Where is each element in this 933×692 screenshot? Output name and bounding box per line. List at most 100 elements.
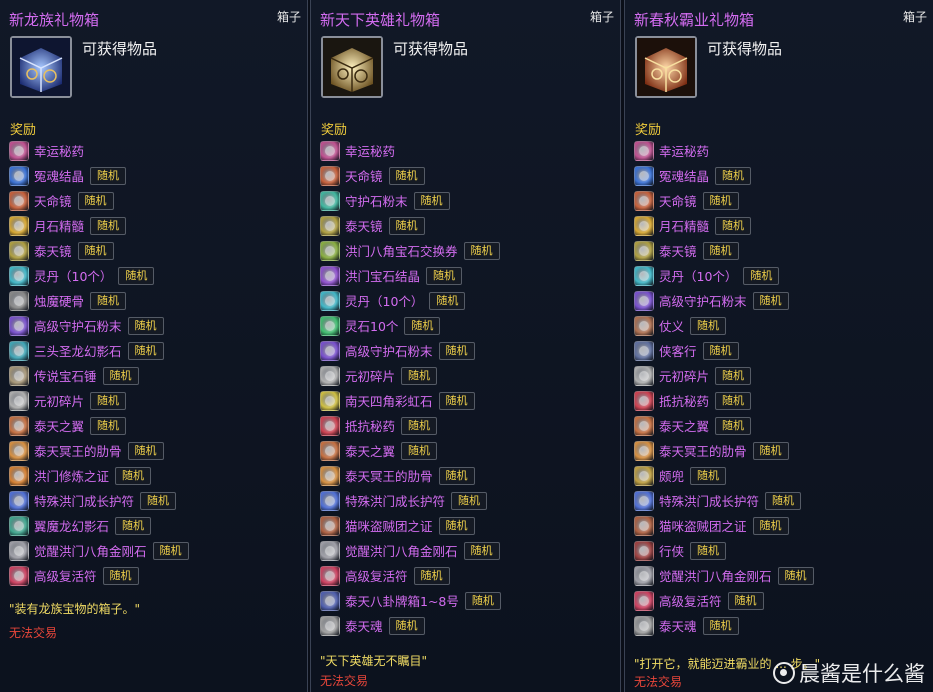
reward-item[interactable]: 高级复活符 随机 (634, 588, 933, 613)
item-title: 新龙族礼物箱 (9, 11, 100, 29)
reward-item[interactable]: 觉醒洪门八角金刚石 随机 (9, 538, 307, 563)
random-badge: 随机 (413, 191, 450, 210)
item-type: 箱子 (276, 10, 301, 24)
obtainable-items-label: 可获得物品 (393, 40, 469, 58)
reward-item[interactable]: 幸运秘药 (9, 138, 307, 163)
reward-item[interactable]: 灵丹（10个） 随机 (9, 263, 307, 288)
reward-item-icon (9, 515, 29, 536)
reward-item[interactable]: 特殊洪门成长护符 随机 (9, 488, 307, 513)
reward-item-icon (634, 515, 654, 536)
reward-item-name: 烛魔硬骨 (34, 294, 85, 309)
reward-item-name: 特殊洪门成长护符 (345, 494, 446, 509)
reward-item[interactable]: 泰天镜 随机 (634, 238, 933, 263)
reward-item[interactable]: 泰天之翼 随机 (634, 413, 933, 438)
reward-item[interactable]: 冤魂结晶 随机 (634, 163, 933, 188)
reward-item[interactable]: 泰天冥王的肋骨 随机 (9, 438, 307, 463)
reward-item[interactable]: 元初碎片 随机 (634, 363, 933, 388)
random-badge: 随机 (702, 341, 739, 360)
reward-item-name: 灵丹（10个） (34, 269, 113, 284)
reward-item[interactable]: 天命镜 随机 (634, 188, 933, 213)
reward-list: 幸运秘药 天命镜 随机 守护石粉末 随机 泰天镜 随机 洪门八角宝石交换券 随机 洪门宝石结晶 随机… (320, 138, 620, 638)
reward-item[interactable]: 觉醒洪门八角金刚石 随机 (634, 563, 933, 588)
reward-item[interactable]: 月石精髓 随机 (9, 213, 307, 238)
reward-item-name: 三头圣龙幻影石 (34, 344, 122, 359)
reward-item[interactable]: 泰天镜 随机 (9, 238, 307, 263)
reward-item[interactable]: 烛魔硬骨 随机 (9, 288, 307, 313)
reward-item-name: 泰天冥王的肋骨 (34, 444, 122, 459)
reward-item[interactable]: 猫咪盗贼团之证 随机 (320, 513, 620, 538)
reward-item[interactable]: 翼魔龙幻影石 随机 (9, 513, 307, 538)
obtainable-items-label: 可获得物品 (82, 40, 158, 58)
reward-item-name: 泰天魂 (345, 619, 383, 634)
reward-item[interactable]: 高级复活符 随机 (9, 563, 307, 588)
reward-item[interactable]: 洪门八角宝石交换券 随机 (320, 238, 620, 263)
reward-item-name: 传说宝石锤 (34, 369, 97, 384)
reward-item-icon (634, 440, 654, 461)
reward-item[interactable]: 颇兜 随机 (634, 463, 933, 488)
reward-item-icon (9, 440, 29, 461)
reward-item[interactable]: 传说宝石锤 随机 (9, 363, 307, 388)
reward-item[interactable]: 抵抗秘药 随机 (634, 388, 933, 413)
reward-item[interactable]: 行侠 随机 (634, 538, 933, 563)
reward-item-name: 洪门八角宝石交换券 (345, 244, 458, 259)
reward-item[interactable]: 泰天魂 随机 (634, 613, 933, 638)
reward-item[interactable]: 泰天冥王的肋骨 随机 (634, 438, 933, 463)
reward-item-name: 高级复活符 (345, 569, 408, 584)
reward-item-name: 觉醒洪门八角金刚石 (345, 544, 458, 559)
reward-item[interactable]: 抵抗秘药 随机 (320, 413, 620, 438)
reward-item[interactable]: 猫咪盗贼团之证 随机 (634, 513, 933, 538)
reward-item[interactable]: 灵丹（10个） 随机 (320, 288, 620, 313)
reward-item-icon (634, 315, 654, 336)
random-badge: 随机 (752, 516, 789, 535)
item-title: 新天下英雄礼物箱 (320, 11, 441, 29)
reward-item-icon (9, 265, 29, 286)
reward-label: 奖励 (10, 123, 37, 138)
reward-item-name: 幸运秘药 (345, 144, 396, 159)
reward-item[interactable]: 洪门修炼之证 随机 (9, 463, 307, 488)
random-badge: 随机 (715, 416, 752, 435)
random-badge: 随机 (702, 616, 739, 635)
reward-item-name: 泰天八卦牌箱1~8号 (345, 594, 459, 609)
reward-item[interactable]: 幸运秘药 (320, 138, 620, 163)
reward-item[interactable]: 灵丹（10个） 随机 (634, 263, 933, 288)
reward-item[interactable]: 高级守护石粉末 随机 (9, 313, 307, 338)
reward-item[interactable]: 特殊洪门成长护符 随机 (320, 488, 620, 513)
reward-item[interactable]: 守护石粉末 随机 (320, 188, 620, 213)
reward-item[interactable]: 侠客行 随机 (634, 338, 933, 363)
reward-item[interactable]: 高级复活符 随机 (320, 563, 620, 588)
reward-item[interactable]: 天命镜 随机 (9, 188, 307, 213)
reward-item[interactable]: 仗义 随机 (634, 313, 933, 338)
reward-item[interactable]: 月石精髓 随机 (634, 213, 933, 238)
reward-item[interactable]: 泰天冥王的肋骨 随机 (320, 463, 620, 488)
reward-item[interactable]: 泰天之翼 随机 (320, 438, 620, 463)
reward-item[interactable]: 高级守护石粉末 随机 (320, 338, 620, 363)
reward-item[interactable]: 特殊洪门成长护符 随机 (634, 488, 933, 513)
reward-item[interactable]: 泰天之翼 随机 (9, 413, 307, 438)
reward-item-icon (320, 590, 340, 611)
reward-item-icon (634, 415, 654, 436)
watermark-text: 晨酱是什么酱 (799, 662, 925, 686)
reward-item[interactable]: 元初碎片 随机 (320, 363, 620, 388)
random-badge: 随机 (115, 516, 152, 535)
random-badge: 随机 (401, 366, 438, 385)
reward-item[interactable]: 泰天镜 随机 (320, 213, 620, 238)
reward-item[interactable]: 泰天八卦牌箱1~8号 随机 (320, 588, 620, 613)
reward-item[interactable]: 冤魂结晶 随机 (9, 163, 307, 188)
reward-item[interactable]: 元初碎片 随机 (9, 388, 307, 413)
random-badge: 随机 (90, 291, 127, 310)
reward-item[interactable]: 灵石10个 随机 (320, 313, 620, 338)
reward-item[interactable]: 三头圣龙幻影石 随机 (9, 338, 307, 363)
reward-item-icon (9, 565, 29, 586)
reward-item[interactable]: 觉醒洪门八角金刚石 随机 (320, 538, 620, 563)
reward-item-name: 天命镜 (34, 194, 72, 209)
reward-item[interactable]: 高级守护石粉末 随机 (634, 288, 933, 313)
random-badge: 随机 (727, 591, 764, 610)
reward-item[interactable]: 幸运秘药 (634, 138, 933, 163)
reward-item[interactable]: 洪门宝石结晶 随机 (320, 263, 620, 288)
reward-item[interactable]: 南天四角彩虹石 随机 (320, 388, 620, 413)
random-badge: 随机 (90, 166, 127, 185)
reward-item-icon (634, 615, 654, 636)
reward-item[interactable]: 泰天魂 随机 (320, 613, 620, 638)
random-badge: 随机 (438, 341, 475, 360)
reward-item[interactable]: 天命镜 随机 (320, 163, 620, 188)
